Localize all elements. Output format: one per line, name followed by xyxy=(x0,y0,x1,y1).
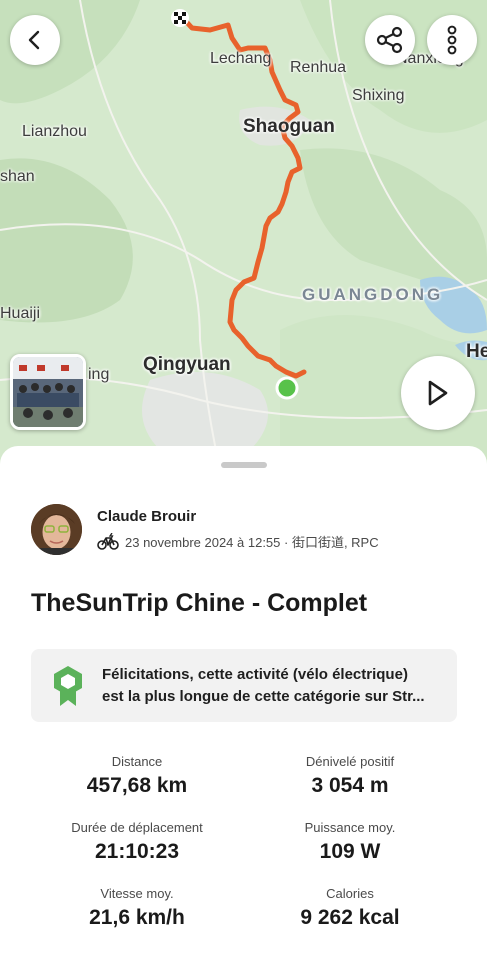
more-vertical-icon xyxy=(447,25,457,55)
map-label-lechang: Lechang xyxy=(210,50,272,67)
achievement-badge-icon xyxy=(54,665,82,706)
activity-title: TheSunTrip Chine - Complet xyxy=(31,589,368,617)
stat-value: 9 262 kcal xyxy=(300,906,400,929)
avatar-image xyxy=(31,504,82,555)
activity-detail-sheet: Claude Brouir 23 novembre 2024 à 12:55 ·… xyxy=(0,446,487,954)
map-label-shan: shan xyxy=(0,168,35,185)
stat-value: 21,6 km/h xyxy=(89,906,185,929)
achievement-text-line1: Félicitations, cette activité (vélo élec… xyxy=(102,665,408,683)
stat-avg-power: Puissance moy. 109 W xyxy=(233,820,467,864)
stat-moving-time: Durée de déplacement 21:10:23 xyxy=(20,820,254,864)
stat-distance: Distance 457,68 km xyxy=(20,754,254,798)
stat-label: Calories xyxy=(326,886,374,901)
stat-elevation-gain: Dénivelé positif 3 054 m xyxy=(233,754,467,798)
map-label-he: He xyxy=(466,341,487,362)
map-label-ing: ing xyxy=(88,366,110,383)
stat-label: Vitesse moy. xyxy=(100,886,174,901)
chevron-left-icon xyxy=(28,30,40,50)
activity-date-location: 23 novembre 2024 à 12:55 · 街口街道, RPC xyxy=(125,535,379,550)
stat-label: Durée de déplacement xyxy=(71,820,203,835)
share-button[interactable] xyxy=(365,15,415,65)
athlete-name[interactable]: Claude Brouir xyxy=(97,508,379,525)
more-options-button[interactable] xyxy=(427,15,477,65)
stat-value: 21:10:23 xyxy=(94,840,180,863)
start-marker xyxy=(275,376,299,400)
stat-value: 3 054 m xyxy=(311,774,389,797)
stat-label: Distance xyxy=(111,754,163,769)
stat-value: 457,68 km xyxy=(86,774,188,797)
achievement-text-line2: est la plus longue de cette catégorie su… xyxy=(102,687,425,705)
group-photo-image xyxy=(13,357,83,427)
sheet-drag-handle[interactable] xyxy=(221,462,267,468)
stat-calories: Calories 9 262 kcal xyxy=(233,886,467,930)
stat-label: Puissance moy. xyxy=(304,820,396,835)
ebike-icon xyxy=(97,532,119,550)
map-label-shaoguan: Shaoguan xyxy=(243,116,335,137)
stat-avg-speed: Vitesse moy. 21,6 km/h xyxy=(20,886,254,930)
avatar[interactable] xyxy=(31,504,82,555)
stat-value: 109 W xyxy=(319,840,381,863)
play-icon xyxy=(428,380,448,406)
achievement-banner[interactable]: Félicitations, cette activité (vélo élec… xyxy=(31,649,457,722)
share-icon xyxy=(376,26,403,54)
map-label-qingyuan: Qingyuan xyxy=(143,354,231,375)
map-label-huaiji: Huaiji xyxy=(0,305,41,322)
athlete-header[interactable]: Claude Brouir 23 novembre 2024 à 12:55 ·… xyxy=(31,504,379,555)
map-label-renhua: Renhua xyxy=(290,59,347,76)
activity-photo-thumbnail[interactable] xyxy=(10,354,86,430)
back-button[interactable] xyxy=(10,15,60,65)
map-label-shixing: Shixing xyxy=(352,87,405,104)
map-label-lianzhou: Lianzhou xyxy=(22,123,87,140)
stat-label: Dénivelé positif xyxy=(305,754,395,769)
play-flyover-button[interactable] xyxy=(401,356,475,430)
map-label-guangdong: GUANGDONG xyxy=(302,285,444,304)
finish-marker xyxy=(171,9,189,27)
route-map[interactable]: Lechang Renhua Nanxiong Shixing Lianzhou… xyxy=(0,0,487,470)
